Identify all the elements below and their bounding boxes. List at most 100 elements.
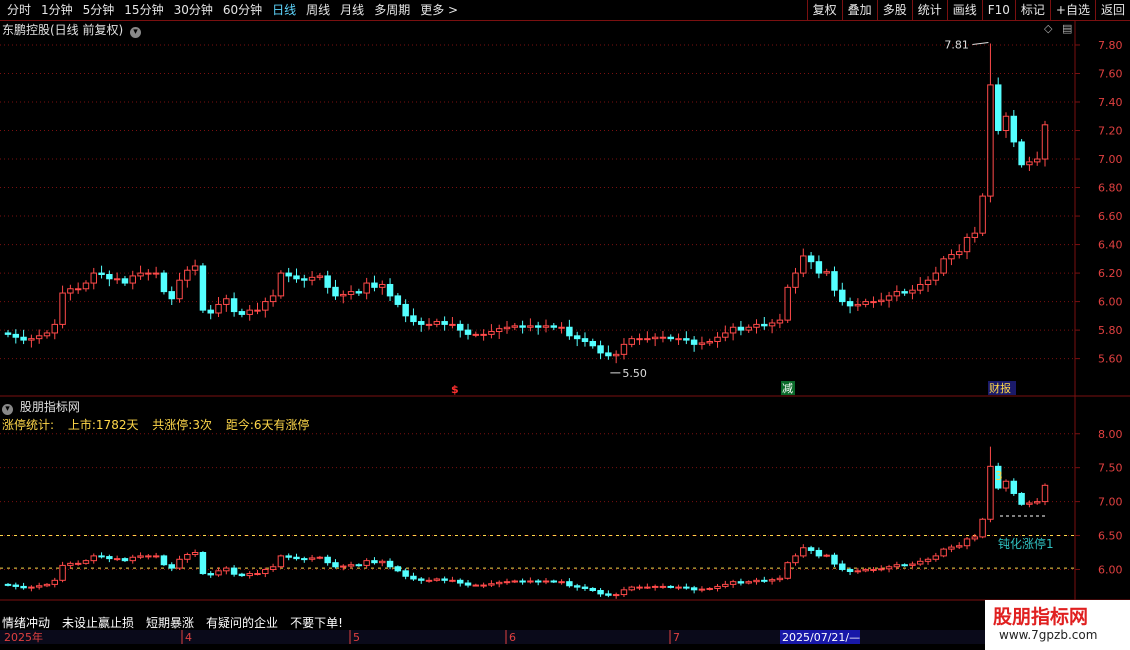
main-candle-body: [620, 343, 628, 355]
sub-candle-body: [753, 579, 760, 583]
sub-candle-body: [1010, 480, 1018, 494]
sub-candle-body: [82, 560, 90, 564]
main-candle-body: [293, 275, 300, 280]
stats-count: 共涨停:3次: [152, 418, 212, 432]
sub-candle-body: [238, 573, 246, 577]
main-candle-body: [449, 323, 456, 326]
sub-candle-body: [620, 589, 628, 596]
main-candle-body: [1041, 124, 1049, 160]
sub-candle-body: [846, 568, 854, 573]
chevron-down-icon[interactable]: ▾: [2, 404, 13, 415]
date-axis-month: 7: [673, 631, 680, 644]
sub-candle-body: [90, 555, 97, 562]
sub-candle-body: [971, 536, 979, 540]
sub-candle-body: [160, 555, 168, 566]
main-candle-body: [994, 84, 1002, 132]
main-candle-body: [831, 271, 838, 291]
main-y-tick-label: 7.60: [1098, 67, 1123, 80]
sub-candle-body: [963, 538, 971, 547]
sub-candle-body: [488, 583, 495, 586]
sub-candle-body: [4, 583, 12, 586]
main-candle-body: [67, 288, 74, 294]
main-candle-body: [698, 342, 706, 345]
sub-panel-title[interactable]: ▾ 股朋指标网: [2, 398, 80, 415]
sub-candle-body: [1018, 492, 1025, 505]
blunted-limit-up-note: 钝化涨停1: [998, 536, 1054, 551]
sub-candle-body: [893, 564, 901, 568]
sub-candle-body: [815, 549, 823, 557]
main-candle-body: [308, 276, 316, 281]
sub-candle-body: [573, 585, 581, 588]
sub-candle-body: [1033, 501, 1041, 504]
main-candle-body: [550, 325, 558, 328]
date-axis-month: 5: [353, 631, 360, 644]
sub-candle-body: [74, 562, 82, 565]
main-candle-body: [917, 283, 924, 291]
main-candle-body: [745, 326, 752, 331]
sub-candle-body: [651, 585, 659, 588]
sub-candle-body: [363, 560, 370, 566]
sub-candle-body: [768, 579, 776, 582]
watermark-url: www.7gpzb.com: [999, 628, 1098, 642]
sub-candle-body: [28, 586, 35, 589]
sub-candle-body: [909, 563, 916, 566]
main-candle-body: [854, 303, 862, 307]
main-candle-body: [316, 275, 324, 278]
diamond-icon[interactable]: ◇: [1044, 22, 1052, 35]
sub-candle-body: [402, 570, 409, 577]
main-candle-body: [324, 275, 331, 288]
sub-candle-body: [347, 564, 355, 567]
main-candle-body: [807, 255, 815, 263]
date-axis-month: 4: [185, 631, 192, 644]
main-candle-body: [113, 278, 121, 281]
main-candle-body: [28, 338, 35, 341]
main-candle-body: [1018, 141, 1025, 166]
main-candle-body: [433, 321, 441, 325]
main-candle-body: [800, 255, 807, 274]
date-axis-year: 2025年: [4, 630, 43, 644]
main-candle-body: [566, 326, 573, 337]
main-candle-body: [215, 303, 222, 314]
sub-candle-body: [698, 588, 706, 591]
sub-candle-body: [550, 580, 558, 583]
main-candle-body: [1033, 158, 1041, 163]
main-panel-title[interactable]: 东鹏控股(日线 前复权) ▾: [2, 21, 142, 38]
main-candle-body: [98, 272, 105, 276]
main-candle-body: [230, 298, 238, 313]
chevron-down-icon[interactable]: ▾: [130, 27, 142, 38]
sub-candle-body: [745, 581, 752, 584]
panel-corner-icons: ◇ ▤: [1044, 22, 1072, 35]
sub-y-tick-label: 8.00: [1098, 428, 1123, 441]
sub-candle-body: [956, 545, 963, 548]
main-candle-body: [605, 352, 612, 357]
sub-candle-body: [807, 547, 815, 551]
main-candle-body: [651, 336, 659, 340]
sub-candle-body: [948, 546, 955, 550]
main-candle-body: [495, 328, 503, 333]
sub-candle-body: [184, 554, 191, 560]
sub-candle-body: [1002, 480, 1010, 489]
sub-candle-body: [495, 581, 503, 585]
main-candle-body: [924, 279, 932, 285]
sub-candle-body: [207, 573, 214, 576]
sub-candle-body: [379, 560, 386, 564]
main-panel-title-text: 东鹏控股(日线 前复权): [2, 23, 124, 37]
sub-candle-body: [285, 555, 292, 558]
sub-candle-body: [215, 570, 222, 576]
sub-candle-body: [839, 563, 846, 570]
main-candle-body: [246, 309, 253, 315]
sub-candle-body: [129, 556, 136, 562]
panel-toggle-icon[interactable]: ▤: [1062, 22, 1072, 35]
sub-candle-body: [121, 558, 129, 562]
main-candle-body: [558, 326, 565, 329]
main-candle-body: [129, 275, 136, 284]
main-candle-body: [940, 258, 947, 274]
main-candle-body: [269, 295, 277, 303]
bottom-note-3: 有疑问的企业: [206, 616, 279, 630]
candlestick-chart[interactable]: 7.80 7.60 7.40 7.20 7.00 6.80 6.60 6.40 6.20 6.00…: [0, 0, 1130, 650]
main-candle-body: [893, 291, 901, 297]
main-candle-body: [714, 336, 721, 343]
main-candle-body: [262, 301, 269, 311]
sub-candle-body: [293, 556, 300, 560]
main-y-tick-label: 6.20: [1098, 267, 1123, 280]
